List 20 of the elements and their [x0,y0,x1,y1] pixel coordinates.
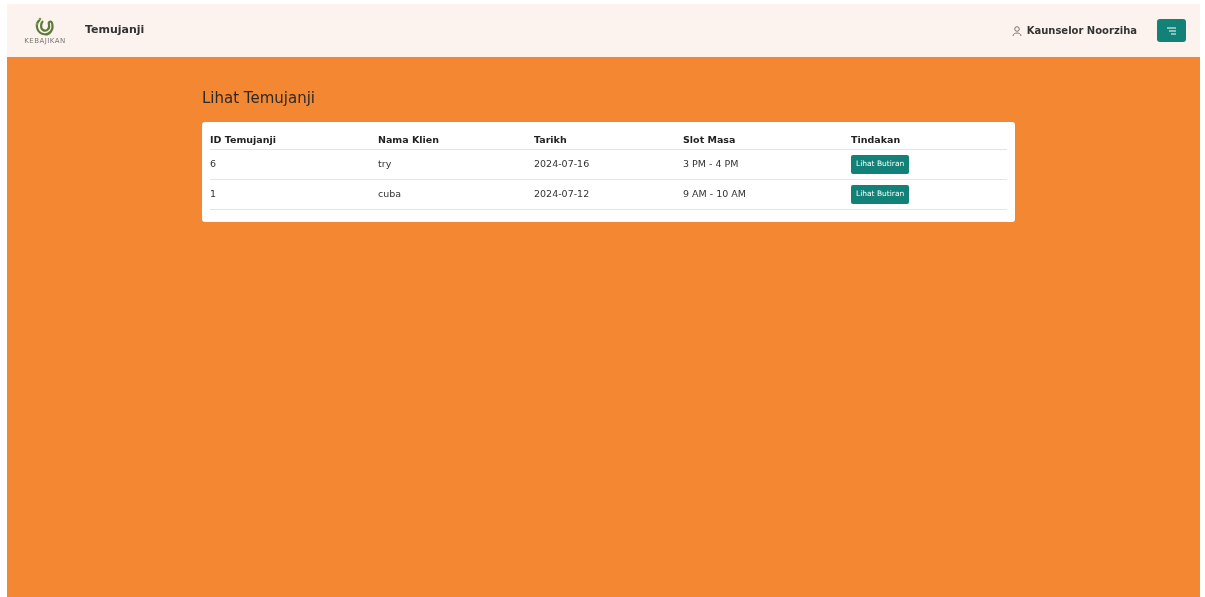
table-cell: 2024-07-16 [534,157,590,169]
user-icon [1011,25,1022,36]
page-heading: Lihat Temujanji [202,88,317,109]
user-name[interactable]: Kaunselor Noorziha [1026,23,1137,38]
table-cell: 2024-07-12 [534,187,590,199]
column-header: Tindakan [851,133,901,145]
page-name: Temujanji [85,22,145,39]
leaf-ring-icon [34,16,56,37]
column-header: Slot Masa [683,133,736,145]
table-cell: cuba [378,187,402,199]
menu-icon [1166,26,1177,35]
table-cell: 9 AM - 10 AM [683,187,747,199]
column-header: Tarikh [534,133,567,145]
table-cell: 6 [210,157,217,169]
table-cell: 1 [210,187,217,199]
column-header: ID Temujanji [210,133,276,145]
column-header: Nama Klien [378,133,440,145]
table-cell: try [378,157,392,169]
menu-button[interactable] [1157,19,1186,42]
table-cell: 3 PM - 4 PM [683,157,739,169]
